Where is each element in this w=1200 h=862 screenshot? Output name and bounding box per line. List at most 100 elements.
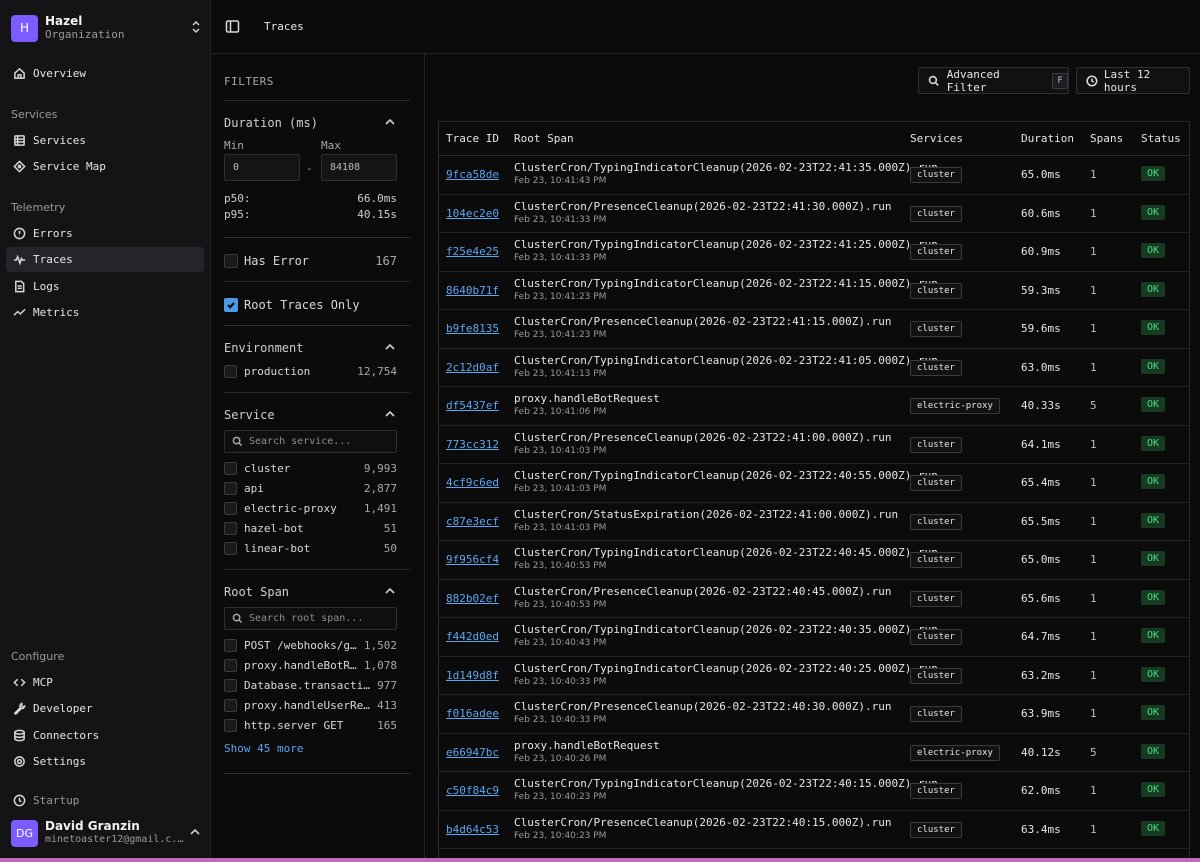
- duration-min-input[interactable]: [224, 154, 300, 181]
- table-row[interactable]: 882b02ef ClusterCron/PresenceCleanup(2026…: [439, 580, 1189, 618]
- table-row[interactable]: f25e4e25 ClusterCron/TypingIndicatorClean…: [439, 233, 1189, 272]
- trace-id-link[interactable]: f442d0ed: [446, 630, 499, 643]
- service-badge[interactable]: cluster: [910, 590, 962, 607]
- trace-id-link[interactable]: c50f84c9: [446, 784, 499, 797]
- trace-id-link[interactable]: f25e4e25: [446, 245, 499, 258]
- trace-id-link[interactable]: 773cc312: [446, 438, 499, 451]
- service-badge[interactable]: cluster: [910, 706, 962, 722]
- trace-id-link[interactable]: 9fca58de: [446, 168, 499, 181]
- column-header-status[interactable]: Status: [1141, 132, 1181, 145]
- table-row[interactable]: c87e3ecf ClusterCron/StatusExpiration(202…: [439, 503, 1189, 541]
- nav-errors[interactable]: Errors: [6, 221, 204, 246]
- time-range-button[interactable]: Last 12 hours: [1076, 67, 1190, 94]
- service-badge[interactable]: cluster: [910, 821, 962, 838]
- nav-overview[interactable]: Overview: [6, 61, 204, 86]
- table-row[interactable]: 773cc312 ClusterCron/PresenceCleanup(2026…: [439, 426, 1189, 464]
- service-badge[interactable]: cluster: [910, 667, 962, 684]
- table-row[interactable]: df5437ef proxy.handleBotRequest Feb 23, 10…: [439, 387, 1189, 426]
- advanced-filter-button[interactable]: Advanced Filter F: [918, 67, 1069, 94]
- nav-settings[interactable]: Settings: [6, 749, 204, 774]
- trace-id-link[interactable]: 4cf9c6ed: [446, 476, 499, 489]
- chevron-up-icon[interactable]: [384, 408, 398, 422]
- checkbox[interactable]: [224, 461, 237, 475]
- service-badge[interactable]: cluster: [910, 629, 962, 645]
- table-row[interactable]: 1d149d8f ClusterCron/TypingIndicatorClean…: [439, 657, 1189, 695]
- checkbox[interactable]: [224, 718, 237, 732]
- service-search-input[interactable]: [249, 436, 389, 447]
- nav-logs[interactable]: Logs: [6, 274, 204, 299]
- root-span-option[interactable]: Database.transaction 977: [224, 677, 397, 693]
- service-option[interactable]: electric-proxy 1,491: [224, 500, 397, 516]
- checkbox[interactable]: [224, 658, 237, 672]
- column-header-duration[interactable]: Duration: [1021, 132, 1074, 145]
- chevron-up-icon[interactable]: [189, 826, 201, 841]
- root-traces-filter[interactable]: Root Traces Only: [224, 297, 397, 313]
- trace-id-link[interactable]: 9f956cf4: [446, 553, 499, 566]
- service-search[interactable]: [224, 430, 397, 453]
- service-badge[interactable]: cluster: [910, 552, 962, 568]
- environment-option[interactable]: production 12,754: [224, 363, 397, 379]
- nav-service-map[interactable]: Service Map: [6, 154, 204, 179]
- column-header-root-span[interactable]: Root Span: [514, 132, 574, 145]
- table-row[interactable]: 8640b71f ClusterCron/TypingIndicatorClean…: [439, 272, 1189, 310]
- duration-max-input[interactable]: [321, 154, 397, 181]
- service-badge[interactable]: electric-proxy: [910, 398, 1000, 414]
- checkbox[interactable]: [224, 638, 237, 652]
- trace-id-link[interactable]: 2c12d0af: [446, 361, 499, 374]
- chevron-up-icon[interactable]: [384, 116, 398, 130]
- chevron-up-down-icon[interactable]: [191, 20, 201, 37]
- nav-services[interactable]: Services: [6, 128, 204, 153]
- service-badge[interactable]: cluster: [910, 321, 962, 337]
- checkbox[interactable]: [224, 541, 237, 555]
- trace-id-link[interactable]: df5437ef: [446, 399, 499, 412]
- table-row[interactable]: 9f956cf4 ClusterCron/TypingIndicatorClean…: [439, 541, 1189, 580]
- table-row[interactable]: 9fca58de ClusterCron/TypingIndicatorClean…: [439, 156, 1189, 195]
- table-row[interactable]: f016adee ClusterCron/PresenceCleanup(2026…: [439, 695, 1189, 734]
- service-badge[interactable]: cluster: [910, 205, 962, 222]
- trace-id-link[interactable]: 1d149d8f: [446, 669, 499, 682]
- service-option[interactable]: api 2,877: [224, 480, 397, 496]
- column-header-services[interactable]: Services: [910, 132, 963, 145]
- table-row[interactable]: 2c12d0af ClusterCron/TypingIndicatorClean…: [439, 349, 1189, 387]
- nav-plan[interactable]: Startup: [6, 788, 204, 813]
- table-row[interactable]: b4d64c53 ClusterCron/PresenceCleanup(2026…: [439, 811, 1189, 849]
- checkbox[interactable]: [224, 501, 237, 515]
- root-span-search[interactable]: [224, 607, 397, 630]
- column-header-spans[interactable]: Spans: [1090, 132, 1123, 145]
- user-menu[interactable]: DG David Granzin minetoaster12@gmail.c..…: [11, 818, 201, 848]
- checkbox[interactable]: [224, 678, 237, 692]
- nav-connectors[interactable]: Connectors: [6, 723, 204, 748]
- service-option[interactable]: cluster 9,993: [224, 460, 397, 476]
- trace-id-link[interactable]: b9fe8135: [446, 322, 499, 335]
- sidebar-toggle-icon[interactable]: [225, 19, 241, 35]
- table-row[interactable]: b9fe8135 ClusterCron/PresenceCleanup(2026…: [439, 310, 1189, 349]
- table-row[interactable]: 104ec2e0 ClusterCron/PresenceCleanup(2026…: [439, 195, 1189, 233]
- trace-id-link[interactable]: f016adee: [446, 707, 499, 720]
- service-badge[interactable]: cluster: [910, 475, 962, 491]
- root-span-option[interactable]: POST /webhooks/github 1,502: [224, 637, 397, 653]
- table-row[interactable]: f442d0ed ClusterCron/TypingIndicatorClean…: [439, 618, 1189, 657]
- trace-id-link[interactable]: 882b02ef: [446, 592, 499, 605]
- checkbox-checked[interactable]: [224, 298, 238, 312]
- table-row[interactable]: e66947bc proxy.handleBotRequest Feb 23, 10…: [439, 734, 1189, 772]
- trace-id-link[interactable]: c87e3ecf: [446, 515, 499, 528]
- column-header-trace-id[interactable]: Trace ID: [446, 132, 499, 145]
- org-switcher[interactable]: H Hazel Organization: [11, 12, 201, 44]
- trace-id-link[interactable]: 8640b71f: [446, 284, 499, 297]
- service-badge[interactable]: cluster: [910, 513, 962, 530]
- root-span-option[interactable]: proxy.handleUserRequest 413: [224, 697, 397, 713]
- service-badge[interactable]: cluster: [910, 783, 962, 799]
- trace-id-link[interactable]: b4d64c53: [446, 823, 499, 836]
- checkbox[interactable]: [224, 521, 237, 535]
- root-span-search-input[interactable]: [249, 613, 389, 624]
- trace-id-link[interactable]: 104ec2e0: [446, 207, 499, 220]
- root-span-option[interactable]: http.server GET 165: [224, 717, 397, 733]
- service-option[interactable]: linear-bot 50: [224, 540, 397, 556]
- service-badge[interactable]: cluster: [910, 244, 962, 260]
- checkbox[interactable]: [224, 481, 237, 495]
- nav-traces[interactable]: Traces: [6, 247, 204, 272]
- chevron-up-icon[interactable]: [384, 585, 398, 599]
- chevron-up-icon[interactable]: [384, 341, 398, 355]
- nav-mcp[interactable]: MCP: [6, 670, 204, 695]
- service-option[interactable]: hazel-bot 51: [224, 520, 397, 536]
